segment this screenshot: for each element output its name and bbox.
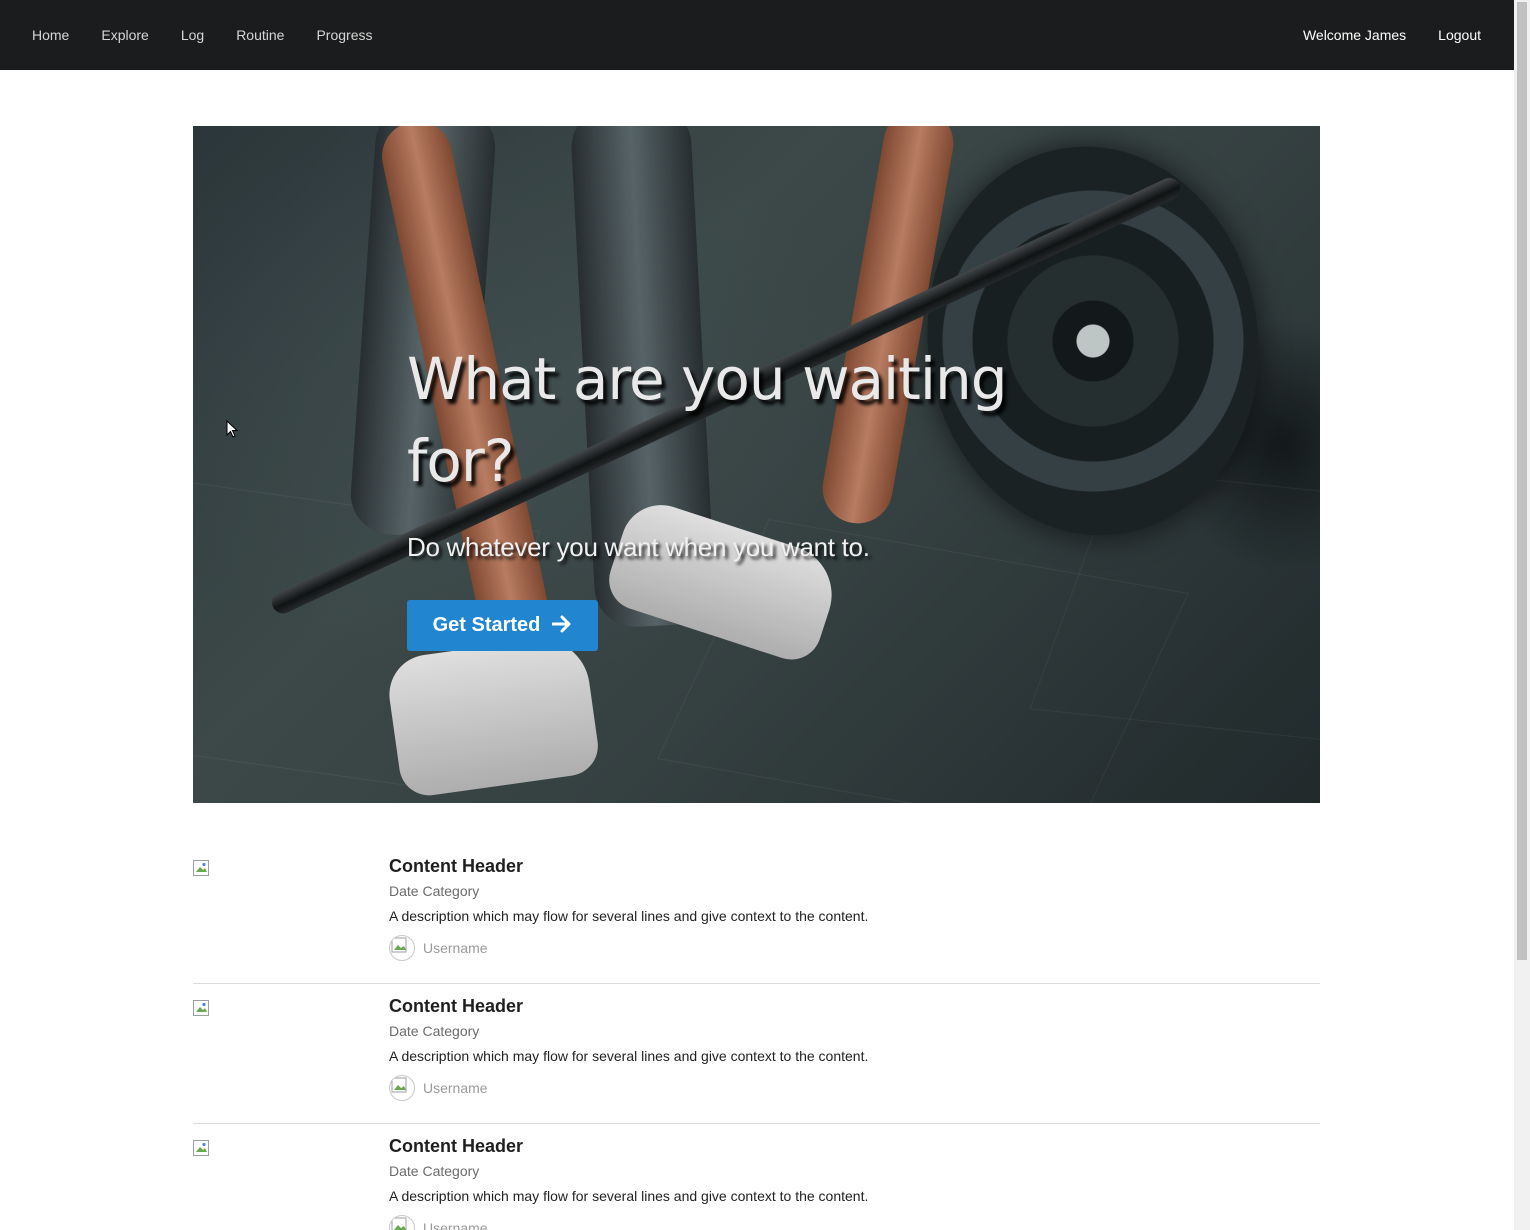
list-item[interactable]: Content Header Date Category A descripti… [193,1124,1320,1230]
hero-banner: What are you waiting for? Do whatever yo… [193,126,1320,803]
item-user: Username [389,1075,868,1101]
username[interactable]: Username [423,1080,488,1096]
nav-item-explore[interactable]: Explore [85,0,164,70]
nav-item-routine[interactable]: Routine [220,0,300,70]
nav-left-menu: Home Explore Log Routine Progress [0,0,388,70]
content-list: Content Header Date Category A descripti… [193,844,1320,1230]
hero-subtitle: Do whatever you want when you want to. [407,532,870,562]
logout-link[interactable]: Logout [1422,0,1497,70]
nav-right-menu: Welcome James Logout [1287,0,1514,70]
item-meta: Date Category [389,1023,480,1039]
list-item[interactable]: Content Header Date Category A descripti… [193,844,1320,984]
item-user: Username [389,1215,868,1230]
page-scrollbar[interactable] [1514,0,1530,1230]
scrollbar-thumb[interactable] [1517,2,1527,960]
get-started-label: Get Started [432,614,541,636]
broken-image-icon [391,937,407,953]
top-navbar: Home Explore Log Routine Progress Welcom… [0,0,1514,70]
hero-content: What are you waiting for? Do whatever yo… [407,338,1047,563]
list-item[interactable]: Content Header Date Category A descripti… [193,984,1320,1124]
item-body: Content Header Date Category A descripti… [389,1136,868,1230]
item-meta: Date Category [389,1163,480,1179]
username[interactable]: Username [423,940,488,956]
avatar [389,935,415,961]
nav-item-log[interactable]: Log [165,0,220,70]
broken-image-icon [391,1217,407,1230]
broken-image-icon [391,1077,407,1093]
item-body: Content Header Date Category A descripti… [389,996,868,1101]
item-header[interactable]: Content Header [389,1136,868,1157]
hero-title: What are you waiting for? [407,345,1008,495]
mouse-cursor-icon [226,420,238,438]
welcome-user[interactable]: Welcome James [1287,0,1422,70]
broken-image-icon [193,860,209,876]
broken-image-icon [193,1000,209,1016]
broken-image-icon [193,1140,209,1156]
avatar [389,1215,415,1230]
item-header[interactable]: Content Header [389,996,868,1017]
item-description: A description which may flow for several… [389,1188,869,1204]
nav-item-progress[interactable]: Progress [300,0,388,70]
item-meta: Date Category [389,883,480,899]
username[interactable]: Username [423,1220,488,1230]
avatar [389,1075,415,1101]
get-started-button[interactable]: Get Started [407,600,598,651]
item-body: Content Header Date Category A descripti… [389,856,868,961]
item-description: A description which may flow for several… [389,908,869,924]
nav-item-home[interactable]: Home [16,0,85,70]
item-description: A description which may flow for several… [389,1048,869,1064]
item-user: Username [389,935,868,961]
item-header[interactable]: Content Header [389,856,868,877]
arrow-right-icon [551,615,572,637]
